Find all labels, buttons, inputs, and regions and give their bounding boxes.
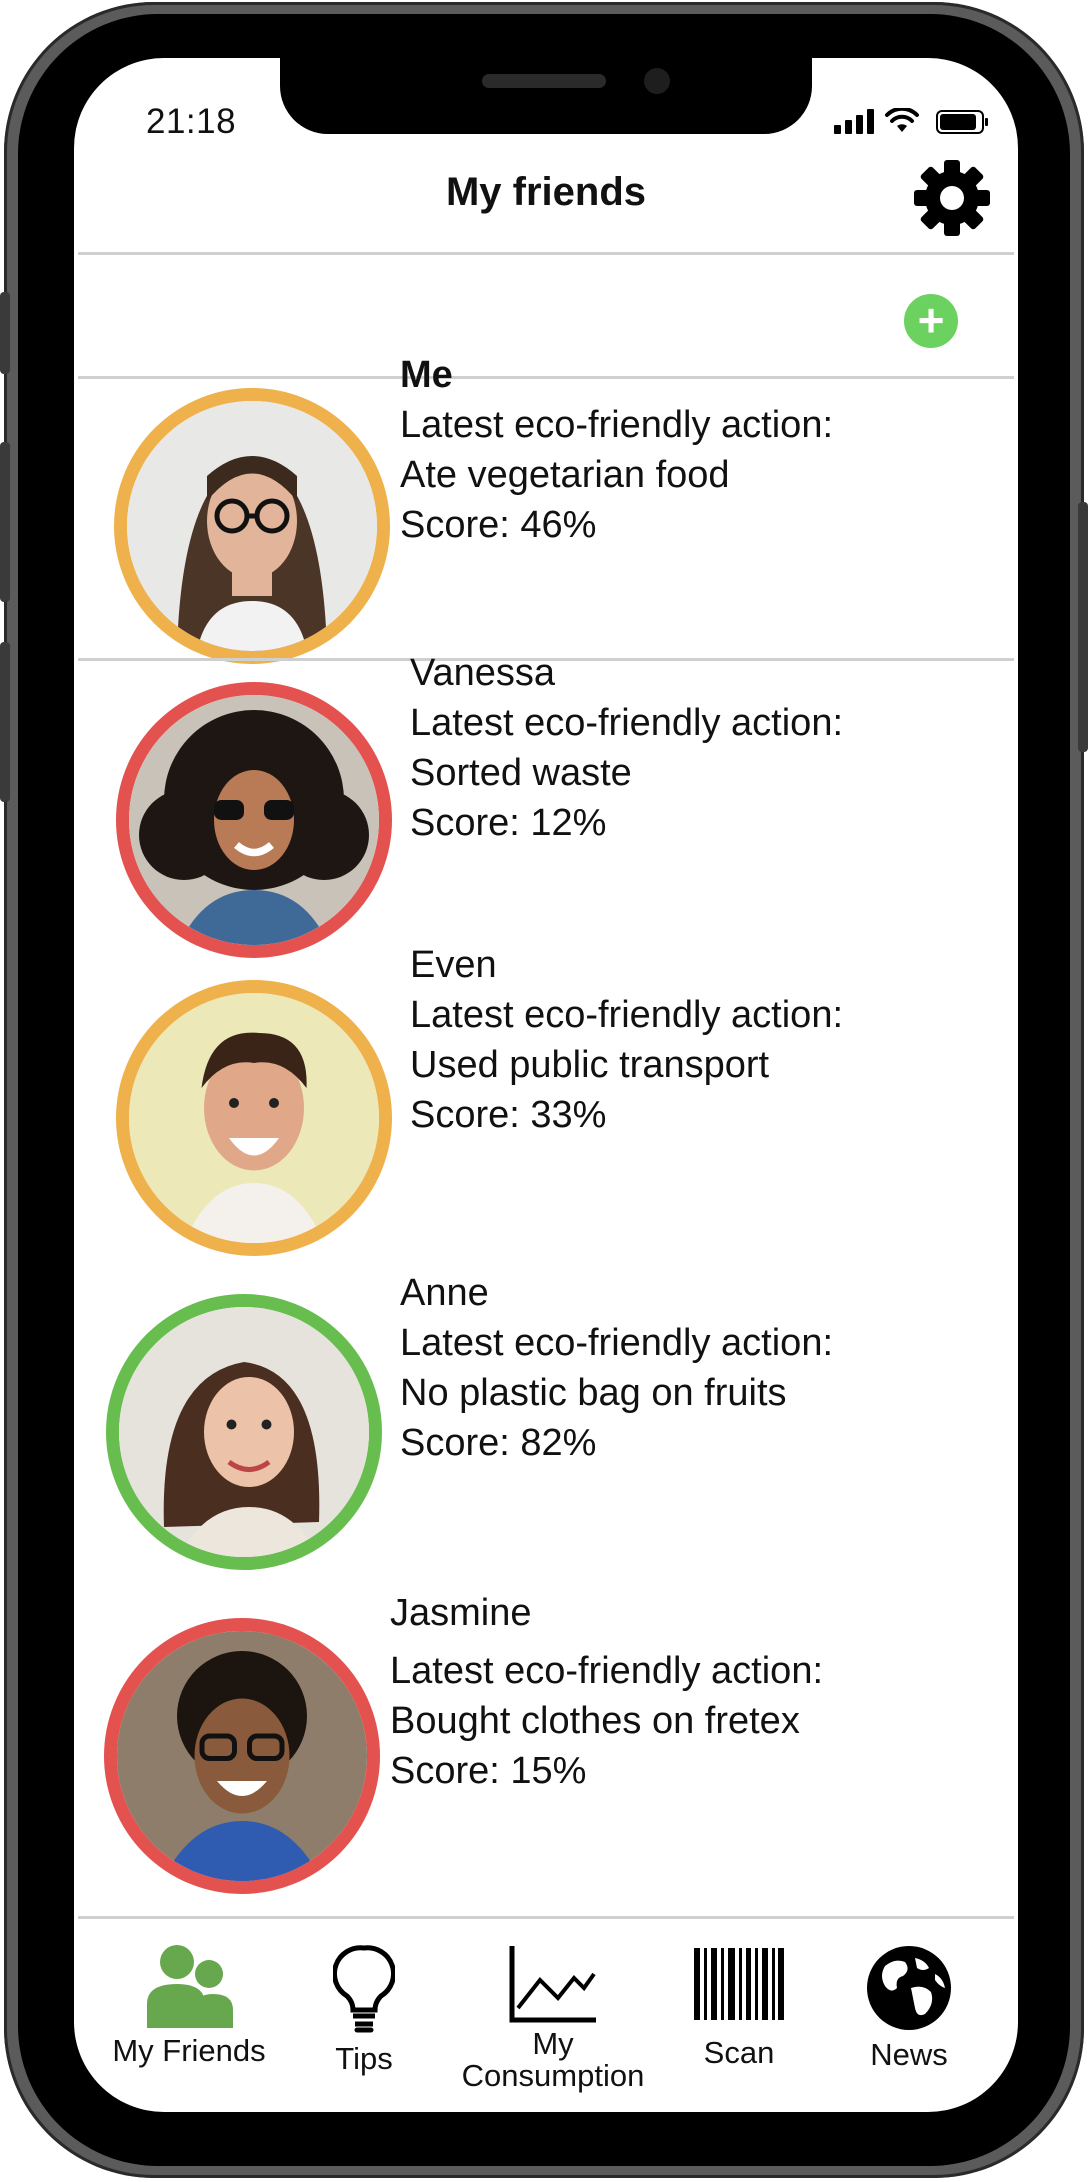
score-text: Score: 15%	[390, 1750, 587, 1792]
score-text: Score: 82%	[400, 1422, 597, 1464]
avatar	[116, 980, 392, 1256]
front-camera	[644, 68, 670, 94]
avatar	[116, 682, 392, 958]
avatar	[114, 388, 390, 664]
avatar	[104, 1618, 380, 1894]
volume-down-button	[0, 642, 10, 802]
header-divider	[78, 252, 1014, 255]
mute-switch	[0, 292, 10, 374]
cellular-signal-icon	[834, 108, 874, 134]
action-text: Sorted waste	[410, 752, 632, 794]
action-label: Latest eco-friendly action:	[400, 1322, 834, 1364]
action-label: Latest eco-friendly action:	[410, 702, 844, 744]
action-label: Latest eco-friendly action:	[410, 994, 844, 1036]
score-text: Score: 46%	[400, 504, 597, 546]
avatar	[106, 1294, 382, 1570]
page-title: My friends	[445, 170, 647, 214]
tab-label-line2: Consumption	[461, 2058, 645, 2093]
phone-notch	[280, 58, 812, 134]
wifi-icon	[885, 108, 919, 132]
add-friend-button[interactable]: +	[904, 294, 958, 348]
avatar-photo	[129, 993, 379, 1243]
tab-scan[interactable]: Scan	[684, 1948, 794, 2071]
action-text: No plastic bag on fruits	[400, 1372, 787, 1414]
avatar-photo	[127, 401, 377, 651]
action-text: Bought clothes on fretex	[390, 1700, 800, 1742]
people-icon	[147, 1945, 233, 2028]
tab-label-line1: My	[532, 2026, 574, 2061]
globe-icon	[867, 1946, 951, 2030]
friend-name: Vanessa	[410, 652, 556, 694]
status-time: 21:18	[146, 102, 237, 141]
tab-my-friends[interactable]: My Friends	[104, 1944, 274, 2069]
friend-name: Even	[410, 944, 497, 986]
tab-my-consumption[interactable]: My Consumption	[458, 1944, 648, 2093]
action-label: Latest eco-friendly action:	[390, 1650, 824, 1692]
plus-icon: +	[917, 294, 945, 346]
speaker-grille	[482, 74, 606, 88]
score-text: Score: 33%	[410, 1094, 607, 1136]
lightbulb-icon	[332, 1945, 396, 2033]
friend-name: Me	[400, 354, 453, 396]
tab-news[interactable]: News	[854, 1944, 964, 2073]
tab-tips[interactable]: Tips	[314, 1944, 414, 2077]
tab-label: Tips	[335, 2041, 393, 2076]
toolbar-divider	[78, 376, 1014, 379]
tab-label: News	[870, 2037, 948, 2072]
friend-name: Jasmine	[390, 1592, 532, 1634]
action-label: Latest eco-friendly action:	[400, 404, 834, 446]
power-button	[1078, 502, 1088, 752]
action-text: Used public transport	[410, 1044, 770, 1086]
battery-icon	[936, 110, 988, 134]
action-text: Ate vegetarian food	[400, 454, 730, 496]
barcode-icon	[694, 1948, 784, 2020]
friend-name: Anne	[400, 1272, 489, 1314]
gear-icon[interactable]	[912, 158, 992, 238]
tab-label: My Friends	[112, 2033, 266, 2068]
app-screen: 21:18 My friends + Me Latest eco-friendl…	[74, 58, 1018, 2112]
tabbar-divider	[78, 1916, 1014, 1919]
volume-up-button	[0, 442, 10, 602]
score-text: Score: 12%	[410, 802, 607, 844]
avatar-photo	[119, 1307, 369, 1557]
avatar-photo	[117, 1631, 367, 1881]
line-chart-icon	[509, 1946, 596, 2023]
avatar-photo	[129, 695, 379, 945]
status-icons	[834, 108, 988, 134]
tab-label: Scan	[703, 2035, 775, 2070]
